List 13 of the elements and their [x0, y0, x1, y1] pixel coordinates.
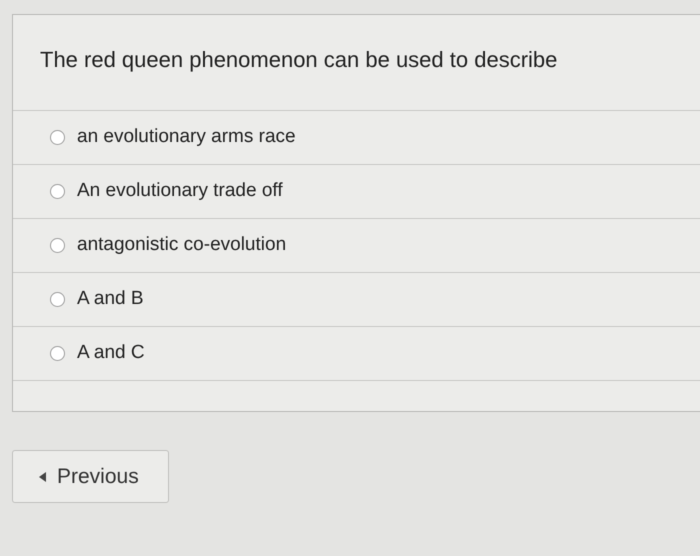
- radio-button[interactable]: [50, 292, 65, 307]
- option-label: A and B: [77, 287, 144, 312]
- radio-button[interactable]: [50, 130, 65, 145]
- option-label: an evolutionary arms race: [77, 125, 296, 150]
- option-label: A and C: [77, 341, 145, 366]
- radio-button[interactable]: [50, 184, 65, 199]
- option-label: antagonistic co-evolution: [77, 233, 286, 258]
- question-text: The red queen phenomenon can be used to describe: [40, 47, 558, 72]
- radio-button[interactable]: [50, 346, 65, 361]
- caret-left-icon: [39, 472, 47, 482]
- radio-button[interactable]: [50, 238, 65, 253]
- option-label: An evolutionary trade off: [77, 179, 283, 204]
- previous-button[interactable]: Previous: [12, 450, 169, 503]
